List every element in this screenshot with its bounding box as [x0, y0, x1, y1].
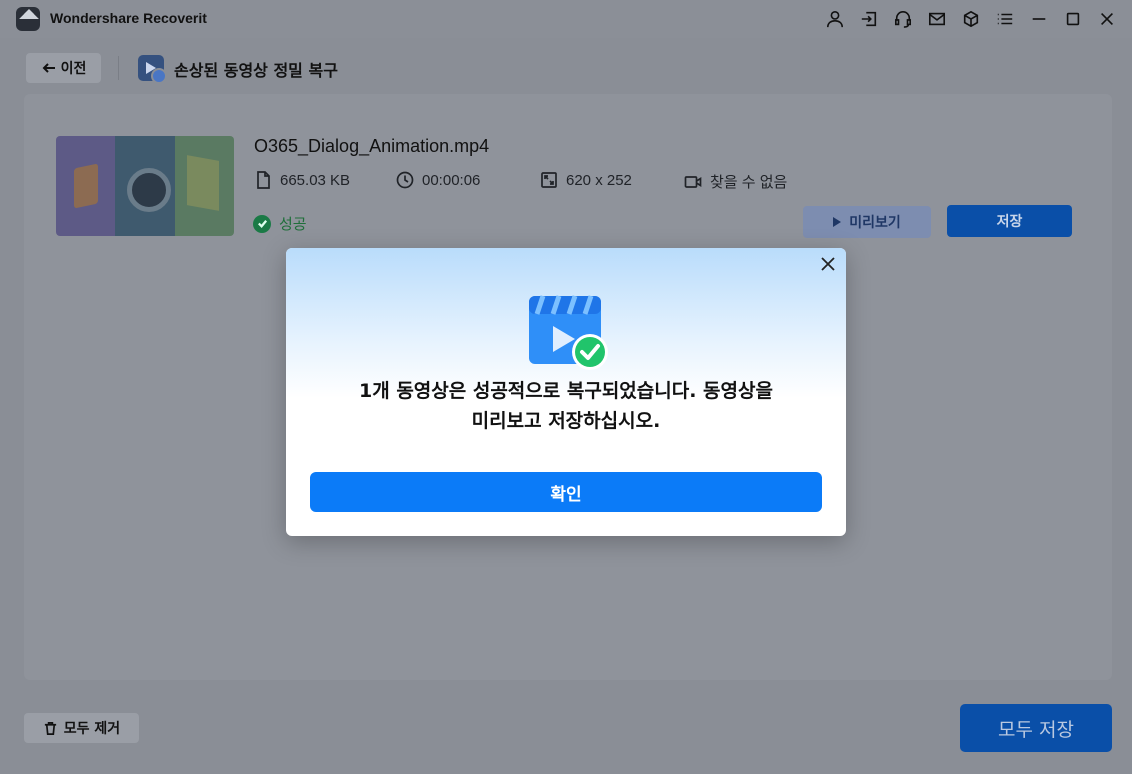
maximize-icon[interactable]: [1056, 5, 1090, 33]
dialog-message: 1개 동영상은 성공적으로 복구되었습니다. 동영상을 미리보고 저장하십시오.: [306, 376, 826, 436]
file-name: O365_Dialog_Animation.mp4: [254, 136, 490, 156]
file-camera-value: 찾을 수 없음: [710, 174, 788, 191]
arrow-left-icon: [42, 63, 55, 73]
back-label: 이전: [60, 61, 87, 77]
sign-in-icon[interactable]: [852, 5, 886, 33]
recovery-success-dialog: 1개 동영상은 성공적으로 복구되었습니다. 동영상을 미리보고 저장하십시오.…: [286, 248, 846, 536]
status-badge: 성공: [253, 213, 307, 234]
video-thumbnail[interactable]: [56, 136, 234, 236]
video-success-icon: [529, 295, 608, 370]
file-resolution: 620 x 252: [540, 171, 632, 189]
dialog-message-line1: 1개 동영상은 성공적으로 복구되었습니다. 동영상을: [359, 380, 773, 402]
title-bar: Wondershare Recoverit: [0, 0, 1132, 38]
app-logo-icon: [16, 7, 40, 31]
divider: [118, 56, 119, 80]
file-size-value: 665.03 KB: [280, 171, 351, 189]
file-size: 665.03 KB: [254, 171, 350, 189]
file-icon: [257, 171, 270, 189]
file-duration-value: 00:00:06: [422, 171, 481, 189]
back-button[interactable]: 이전: [26, 53, 101, 83]
close-icon[interactable]: [1090, 5, 1124, 33]
dialog-close-icon[interactable]: [818, 254, 838, 274]
remove-all-button[interactable]: 모두 제거: [24, 713, 139, 743]
file-resolution-value: 620 x 252: [566, 171, 632, 189]
app-title: Wondershare Recoverit: [50, 10, 207, 26]
menu-icon[interactable]: [988, 5, 1022, 33]
preview-button[interactable]: 미리보기: [803, 206, 931, 238]
dialog-message-line2: 미리보고 저장하십시오.: [471, 410, 661, 432]
play-icon: [833, 217, 842, 227]
file-camera: 찾을 수 없음: [684, 171, 787, 192]
user-icon[interactable]: [818, 5, 852, 33]
minimize-icon[interactable]: [1022, 5, 1056, 33]
status-text: 성공: [279, 215, 307, 233]
headset-icon[interactable]: [886, 5, 920, 33]
ok-button[interactable]: 확인: [310, 472, 822, 512]
file-duration: 00:00:06: [396, 171, 480, 189]
clock-icon: [396, 171, 414, 189]
cube-icon[interactable]: [954, 5, 988, 33]
preview-label: 미리보기: [849, 215, 901, 231]
page-title: 손상된 동영상 정밀 복구: [174, 61, 338, 80]
video-camera-icon: [684, 175, 702, 188]
remove-all-label: 모두 제거: [63, 721, 121, 737]
check-circle-icon: [253, 214, 271, 233]
trash-icon: [44, 721, 56, 735]
titlebar-icons: [818, 5, 1124, 33]
video-repair-icon: [138, 55, 167, 84]
mail-icon[interactable]: [920, 5, 954, 33]
save-button[interactable]: 저장: [947, 205, 1072, 237]
save-all-button[interactable]: 모두 저장: [960, 704, 1112, 752]
resolution-icon: [541, 172, 557, 188]
